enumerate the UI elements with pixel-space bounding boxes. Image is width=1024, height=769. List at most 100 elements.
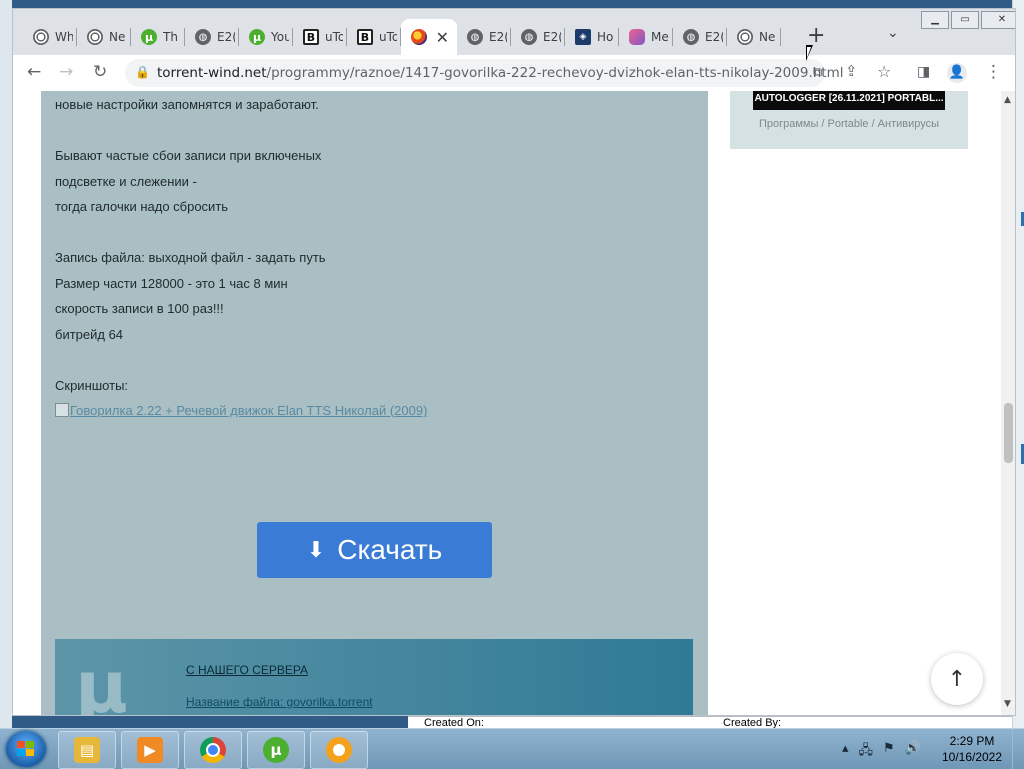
download-label: Скачать [337,534,443,565]
utorrent-logo-icon: µ [75,645,128,715]
reload-icon[interactable]: ↻ [93,62,107,82]
taskbar-avast[interactable] [310,731,368,769]
article-line: битрейд 64 [55,327,124,342]
show-desktop-button[interactable] [1012,729,1024,769]
start-button[interactable] [6,731,46,767]
browser-tab[interactable]: µ You [239,19,293,55]
tab-title: Th [163,30,178,44]
tab-strip: WhNeµTh◍E2(µYouBuToBuTo✕◍E2(◍E2(◈HoMe◍E2… [13,9,1015,55]
browser-tab[interactable]: ◈ Ho [565,19,619,55]
system-tray: ▴ 🖧 ⚑ 🔊 [842,741,921,763]
menu-kebab-icon[interactable]: ⋮ [985,62,1002,82]
address-bar[interactable]: 🔒 torrent-wind.net/programmy/raznoe/1417… [125,59,844,87]
browser-tab[interactable]: BuTo [293,19,347,55]
hc-icon: ◈ [575,29,591,45]
media-player-icon: ▶ [137,737,163,763]
taskbar-clock[interactable]: 2:29 PM 10/16/2022 [940,733,1004,765]
windows-logo-icon [17,741,34,756]
download-icon: ⬇ [306,537,326,562]
back-icon[interactable]: ← [27,62,41,82]
browser-tab[interactable]: Ne [77,19,131,55]
bold-b-icon: B [303,29,319,45]
utorrent-icon: µ [263,737,289,763]
network-icon[interactable]: 🖧 [859,741,874,763]
page-content: новые настройки запомнятся и заработают.… [13,91,1001,715]
scroll-down-arrow-icon[interactable]: ▼ [1004,699,1011,709]
url-host: torrent-wind.net [157,65,267,81]
article-line: новые настройки запомнятся и заработают. [55,97,319,112]
sidebar-card[interactable]: AUTOLOGGER [26.11.2021] PORTABL... Прогр… [730,91,968,149]
profile-icon[interactable]: 👤 [947,63,967,83]
firefox-icon [411,29,427,45]
volume-icon[interactable]: 🔊 [905,741,921,763]
tab-title: uTo [325,30,343,44]
page-scrollbar[interactable]: ▲ ▼ [1001,91,1015,715]
browser-tab[interactable]: ◍ E2( [673,19,727,55]
bold-b-icon: B [357,29,373,45]
browser-tab[interactable]: Wh [23,19,77,55]
article-line: скорость записи в 100 раз!!! [55,301,224,316]
minimize-button[interactable]: ▁ [921,11,949,29]
taskbar-media-player[interactable]: ▶ [121,731,179,769]
globe-icon: ◍ [683,29,699,45]
article-line: Запись файла: выходной файл - задать пут… [55,250,326,265]
tab-title: E2( [543,30,561,44]
browser-tab[interactable]: ◍ E2( [185,19,239,55]
browser-tab[interactable]: Ne [727,19,781,55]
screenshots-label: Скриншоты: [55,378,129,393]
globe-icon: ◍ [195,29,211,45]
article-line: подсветке и слежении - [55,174,197,189]
taskbar-chrome[interactable] [184,731,242,769]
server-title-link[interactable]: С НАШЕГО СЕРВЕРА [186,663,308,677]
browser-tab[interactable]: ◍ E2( [457,19,511,55]
screenshot-link[interactable]: Говорилка 2.22 + Речевой движок Elan TTS… [55,403,427,418]
lock-icon[interactable]: 🔒 [135,65,150,79]
close-tab-icon[interactable]: ✕ [436,28,449,47]
tab-title: E2( [489,30,507,44]
clock-date: 10/16/2022 [941,750,1003,764]
torrent-file-link[interactable]: Название файла: govorilka.torrent [186,695,373,709]
translate-icon[interactable]: ⧉ [813,65,822,80]
tab-title: E2( [217,30,235,44]
scrollbar-thumb[interactable] [1004,403,1013,463]
tab-title: Ne [759,30,776,44]
taskbar-utorrent[interactable]: µ [247,731,305,769]
tab-search-button[interactable]: ⌄ [887,25,899,41]
tab-title: E2( [705,30,723,44]
browser-tab[interactable]: BuTo [347,19,401,55]
tray-expand-icon[interactable]: ▴ [842,741,849,763]
sidebar-card-categories[interactable]: Программы / Portable / Антивирусы [730,118,968,130]
browser-tab[interactable]: Me [619,19,673,55]
mouse-cursor-icon [806,45,813,61]
utorrent-icon: µ [249,29,265,45]
scroll-to-top-button[interactable]: ↑ [931,653,983,705]
server-download-box: µ С НАШЕГО СЕРВЕРА Название файла: govor… [55,639,693,715]
folder-icon: ▤ [74,737,100,763]
close-window-button[interactable]: ✕ [981,11,1015,29]
download-button[interactable]: ⬇ Скачать [257,522,492,578]
browser-tab[interactable]: ✕ [401,19,457,55]
browser-tab[interactable]: ◍ E2( [511,19,565,55]
article-line: Размер части 128000 - это 1 час 8 мин [55,276,288,291]
sidebar-card-title[interactable]: AUTOLOGGER [26.11.2021] PORTABL... [753,91,945,110]
desktop-edge-left [0,0,12,728]
taskbar: ▤ ▶ µ ▴ 🖧 ⚑ 🔊 2:29 PM 10/16/2022 [0,728,1024,769]
bookmark-star-icon[interactable]: ☆ [877,62,891,81]
tab-title: Ho [597,30,614,44]
browser-tab[interactable]: µ Th [131,19,185,55]
forward-icon[interactable]: → [59,62,73,82]
tab-title: Ne [109,30,126,44]
antivirus-icon [326,737,352,763]
window-controls: ▁ ▭ ✕ [919,11,1015,29]
action-center-icon[interactable]: ⚑ [883,741,895,763]
side-panel-icon[interactable]: ◨ [917,64,930,80]
screenshot-alt-text: Говорилка 2.22 + Речевой движок Elan TTS… [70,403,428,418]
maximize-button[interactable]: ▭ [951,11,979,29]
chrome-icon [87,29,103,45]
broken-image-icon [55,403,69,417]
share-icon[interactable]: ⇪ [845,62,858,80]
url-text[interactable]: torrent-wind.net/programmy/raznoe/1417-g… [157,65,844,81]
taskbar-explorer[interactable]: ▤ [58,731,116,769]
url-path: /programmy/raznoe/1417-govorilka-222-rec… [266,65,844,81]
scroll-up-arrow-icon[interactable]: ▲ [1004,95,1011,105]
